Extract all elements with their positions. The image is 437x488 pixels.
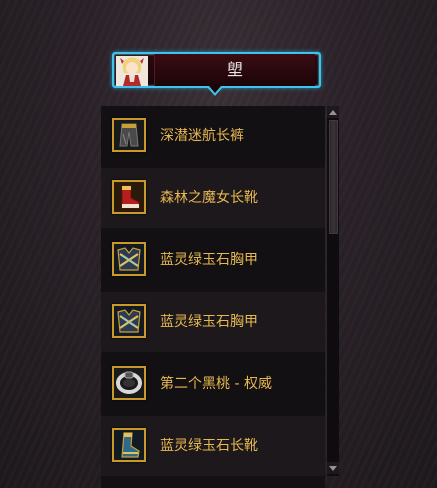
chest-armor-icon [112, 304, 146, 338]
item-list: 深潜迷航长裤 森林之魔女长靴 蓝灵绿玉石胸甲 蓝灵绿玉石胸甲 第二个黑桃 - 权… [101, 106, 325, 488]
chest-armor-icon [112, 242, 146, 276]
list-item[interactable]: 深潜迷航长裤 [101, 106, 325, 166]
scrollbar[interactable] [326, 106, 339, 476]
item-name: 深潜迷航长裤 [160, 128, 244, 144]
scroll-down-button[interactable] [327, 462, 339, 474]
boots-icon [112, 428, 146, 462]
character-avatar [116, 56, 148, 86]
character-name: 塱 [154, 54, 315, 86]
list-item[interactable]: 蓝灵绿玉石胸甲 [101, 230, 325, 290]
ring-icon [112, 366, 146, 400]
list-item[interactable]: 森林之魔女长靴 [101, 168, 325, 228]
item-name: 森林之魔女长靴 [160, 190, 258, 206]
item-name: 第二个黑桃 - 权威 [160, 376, 272, 392]
list-item[interactable]: 第二个黑桃 - 权威 [101, 354, 325, 414]
item-name: 蓝灵绿玉石胸甲 [160, 314, 258, 330]
list-item[interactable]: 蓝灵绿玉石胸甲 [101, 292, 325, 352]
character-header[interactable]: 塱 [112, 52, 321, 88]
scroll-thumb[interactable] [329, 120, 338, 234]
boots-icon [112, 180, 146, 214]
item-name: 蓝灵绿玉石胸甲 [160, 252, 258, 268]
list-item[interactable]: 蓝灵绿玉石长靴 [101, 416, 325, 476]
scroll-up-button[interactable] [327, 106, 339, 118]
pants-icon [112, 118, 146, 152]
header-pointer-inner [209, 86, 221, 93]
item-name: 蓝灵绿玉石长靴 [160, 438, 258, 454]
